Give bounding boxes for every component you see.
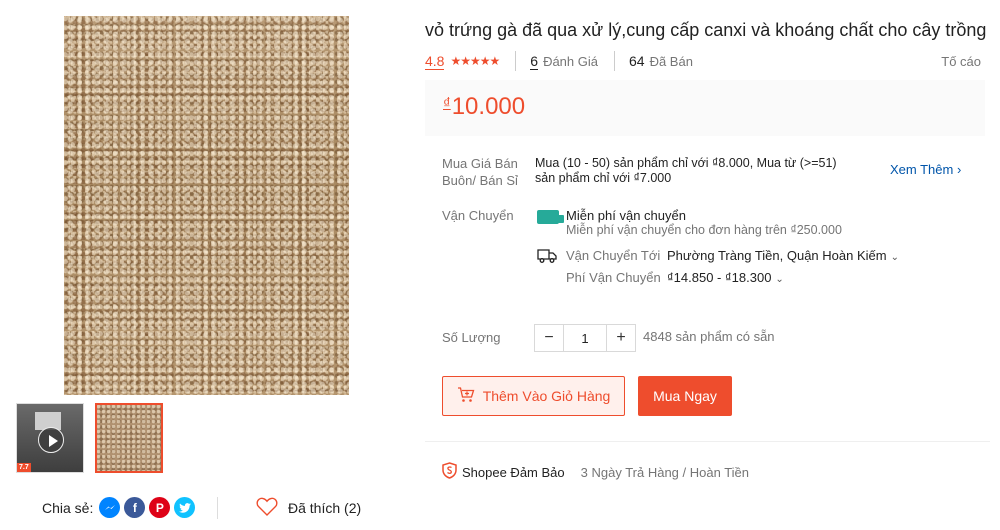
truck-icon: [537, 248, 557, 267]
product-price: ₫10.000: [443, 93, 525, 121]
buy-now-button[interactable]: Mua Ngay: [638, 376, 732, 416]
heart-icon: [256, 497, 278, 519]
reviews-count[interactable]: 6: [530, 53, 539, 70]
rating-stars-icon: ★★★★★: [450, 54, 500, 68]
report-link[interactable]: Tố cáo: [941, 54, 981, 69]
ship-to-value: Phường Tràng Tiền, Quận Hoàn Kiếm: [667, 248, 887, 263]
quantity-stepper: − 1 +: [534, 324, 636, 352]
pinterest-icon[interactable]: P: [149, 497, 171, 518]
chevron-down-icon: ⌄: [890, 252, 899, 263]
price-currency: ₫: [443, 95, 451, 112]
like-button[interactable]: Đã thích (2): [256, 497, 361, 519]
wholesale-label-line2: Buôn/ Bán Sỉ: [442, 173, 518, 188]
play-icon[interactable]: [38, 427, 64, 453]
thumbnail-photo-selected[interactable]: [95, 403, 163, 473]
quantity-increase-button[interactable]: +: [607, 325, 635, 351]
like-count-label: Đã thích (2): [288, 500, 362, 516]
shipping-fee-dropdown[interactable]: ₫14.850 - ₫18.300 ⌄: [667, 270, 784, 285]
add-to-cart-label: Thêm Vào Giỏ Hàng: [482, 388, 611, 404]
free-shipping-icon: [537, 210, 564, 224]
shipping-fee-value: ₫14.850 - ₫18.300: [667, 270, 772, 285]
sold-count: 64: [628, 53, 645, 69]
twitter-icon[interactable]: [174, 497, 196, 518]
wholesale-label: Mua Giá Bán Buôn/ Bán Sỉ: [442, 155, 518, 189]
reviews-label: Đánh Giá: [543, 53, 598, 69]
shipping-label: Vận Chuyển: [442, 208, 514, 223]
share-divider: [217, 497, 218, 519]
sold-label: Đã Bán: [649, 53, 693, 69]
messenger-icon[interactable]: [99, 497, 121, 518]
price-box: ₫10.000: [425, 80, 985, 136]
share-label: Chia sẻ:: [42, 499, 94, 516]
product-main-image[interactable]: [64, 16, 349, 395]
chevron-down-icon: ⌄: [775, 274, 784, 285]
shipping-fee-label: Phí Vận Chuyển: [566, 270, 661, 285]
thumbnail-video[interactable]: 7.7: [16, 403, 84, 473]
share-row: Chia sẻ: f P: [42, 497, 199, 518]
rating-value[interactable]: 4.8: [425, 53, 445, 70]
promo-badge: 7.7: [17, 463, 31, 472]
shopee-guarantee[interactable]: Shopee Đảm Bảo 3 Ngày Trả Hàng / Hoàn Ti…: [442, 462, 749, 482]
quantity-decrease-button[interactable]: −: [535, 325, 563, 351]
wholesale-text: Mua (10 - 50) sản phẩm chỉ với ₫8.000, M…: [535, 156, 837, 185]
free-shipping-sub: Miễn phí vận chuyển cho đơn hàng trên ₫2…: [566, 223, 842, 237]
guarantee-sub: 3 Ngày Trả Hàng / Hoàn Tiền: [580, 464, 749, 480]
price-value: 10.000: [451, 93, 526, 120]
facebook-icon[interactable]: f: [124, 497, 146, 518]
free-shipping-title: Miễn phí vận chuyển: [566, 208, 686, 223]
product-title: vỏ trứng gà đã qua xử lý,cung cấp canxi …: [425, 20, 987, 40]
stock-available: 4848 sản phẩm có sẵn: [643, 329, 775, 344]
ship-to-dropdown[interactable]: Phường Tràng Tiền, Quận Hoàn Kiếm ⌄: [667, 248, 899, 263]
guarantee-title: Shopee Đảm Bảo: [462, 464, 565, 480]
section-divider: [425, 441, 990, 442]
cart-plus-icon: [457, 386, 475, 406]
product-stats: 4.8 ★★★★★ 6 Đánh Giá 64 Đã Bán Tố cáo: [425, 51, 981, 71]
quantity-label: Số Lượng: [442, 330, 501, 345]
quantity-input[interactable]: 1: [563, 325, 607, 351]
wholesale-label-line1: Mua Giá Bán: [442, 156, 518, 171]
stat-divider: [613, 51, 615, 71]
add-to-cart-button[interactable]: Thêm Vào Giỏ Hàng: [442, 376, 625, 416]
see-more-link[interactable]: Xem Thêm ›: [890, 162, 961, 177]
stat-divider: [515, 51, 517, 71]
shield-icon: [442, 462, 457, 482]
ship-to-label: Vận Chuyển Tới: [566, 248, 661, 263]
